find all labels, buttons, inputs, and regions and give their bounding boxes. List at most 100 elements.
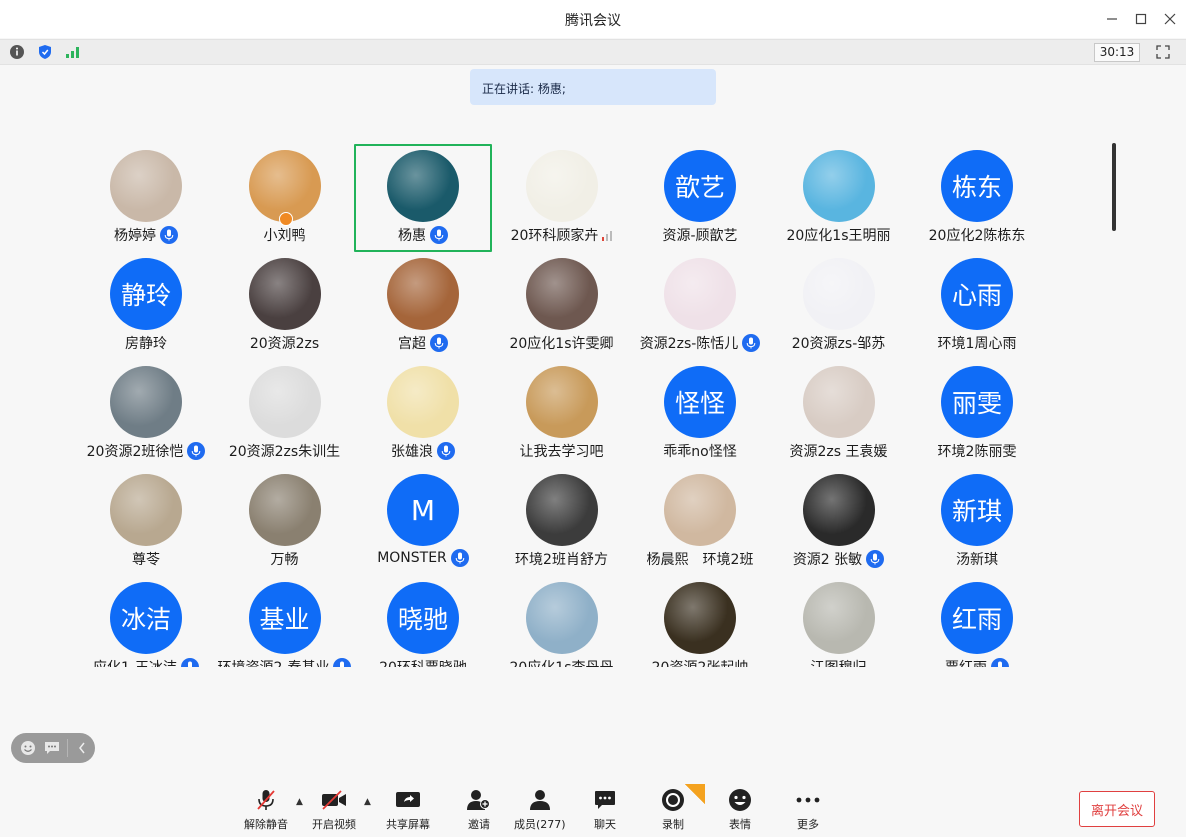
participant-tile[interactable]: 新琪 汤新琪: [908, 468, 1046, 576]
participant-tile[interactable]: 环境2班肖舒方: [493, 468, 631, 576]
comment-icon[interactable]: [43, 739, 61, 757]
emoji-reaction-icon[interactable]: [19, 739, 37, 757]
participant-tile[interactable]: 宫超: [354, 252, 492, 360]
record-button[interactable]: 录制: [659, 788, 687, 832]
participant-tile[interactable]: 冰洁应化1-王冰洁: [78, 576, 215, 667]
participant-name-line: 20环科顾家卉: [485, 225, 639, 245]
participant-name-line: 杨惠: [346, 225, 500, 245]
grid-scrollbar[interactable]: [1112, 143, 1116, 231]
members-button[interactable]: 成员(277): [514, 788, 566, 832]
mic-on-icon: [742, 334, 761, 352]
participant-name: 资源2zs-陈恬儿: [639, 336, 739, 352]
participant-name-line: 20资源2班徐恺: [78, 441, 223, 461]
participant-tile[interactable]: 晓驰 20环科贾晓驰: [354, 576, 492, 667]
participant-name: 尊苓: [132, 552, 160, 568]
mic-on-icon: [430, 334, 448, 352]
participant-tile[interactable]: 20应化1s许雯卿: [493, 252, 631, 360]
participant-tile[interactable]: 资源2zs-陈恬儿: [631, 252, 769, 360]
speaking-indicator: 正在讲话: 杨惠;: [470, 69, 716, 105]
participant-name-line: 环境2陈丽雯: [900, 441, 1054, 461]
title-bar: 腾讯会议: [0, 0, 1186, 38]
unmute-button[interactable]: 解除静音: [244, 788, 288, 832]
start-video-button[interactable]: 开启视频: [312, 788, 356, 832]
mic-on-icon: [187, 442, 206, 460]
participant-tile[interactable]: 资源2 张敏: [770, 468, 908, 576]
participant-tile[interactable]: M MONSTER: [354, 468, 492, 576]
emoji-button[interactable]: 表情: [726, 788, 754, 832]
participant-tile[interactable]: 杨婷婷: [78, 144, 215, 252]
participant-tile[interactable]: 红雨贾红雨: [908, 576, 1046, 667]
participant-name: 20资源zs-邹苏: [791, 336, 886, 352]
participant-name: 江图穆归: [811, 657, 867, 667]
participant-tile[interactable]: 栋东 20应化2陈栋东: [908, 144, 1046, 252]
participant-tile[interactable]: 杨晨熙 环境2班: [631, 468, 769, 576]
participant-tile[interactable]: 歆艺 资源-顾歆艺: [631, 144, 769, 252]
participant-tile[interactable]: 尊苓: [78, 468, 215, 576]
participant-tile[interactable]: 小刘鸭: [216, 144, 354, 252]
participant-tile[interactable]: 20资源2张起帅: [631, 576, 769, 667]
participant-name-line: 万畅: [208, 549, 362, 569]
participant-tile[interactable]: 让我去学习吧: [493, 360, 631, 468]
participant-name-line: 杨婷婷: [78, 225, 223, 245]
participant-name: 万畅: [270, 552, 299, 568]
reaction-pill: [11, 733, 95, 763]
minimize-icon[interactable]: [1101, 8, 1123, 30]
invite-button[interactable]: 邀请: [465, 788, 493, 832]
participant-name: 让我去学习吧: [519, 444, 604, 460]
participant-name-line: 尊苓: [78, 549, 223, 569]
close-icon[interactable]: [1159, 8, 1181, 30]
more-button[interactable]: 更多: [794, 788, 822, 832]
participant-tile[interactable]: 20环科顾家卉: [493, 144, 631, 252]
participant-avatar: [248, 366, 321, 438]
participant-tile[interactable]: 20应化1s李丹丹: [493, 576, 631, 667]
maximize-icon[interactable]: [1130, 8, 1152, 30]
smiley-icon: [726, 788, 754, 812]
participant-tile[interactable]: 20资源2班徐恺: [78, 360, 215, 468]
participant-tile[interactable]: 心雨 环境1周心雨: [908, 252, 1046, 360]
participant-tile[interactable]: 怪怪 乖乖no怪怪: [631, 360, 769, 468]
participant-name: 20环科贾晓驰: [379, 657, 467, 667]
fullscreen-icon[interactable]: [1154, 44, 1172, 60]
participant-name: MONSTER: [377, 550, 447, 566]
participant-avatar: [387, 258, 459, 330]
participant-grid: 杨婷婷 小刘鸭 杨惠 20环科顾家卉 歆艺 资源-顾歆艺 20应化1s王明丽 栋东 20应化2陈…: [78, 144, 1118, 667]
record-label: 录制: [662, 818, 684, 831]
video-off-icon: [320, 788, 348, 812]
participant-tile[interactable]: 静玲 房静玲: [78, 252, 215, 360]
participant-tile[interactable]: 杨惠: [354, 144, 492, 252]
network-signal-icon[interactable]: [64, 44, 82, 60]
participant-tile[interactable]: 丽雯 环境2陈丽雯: [908, 360, 1046, 468]
participant-avatar: [802, 366, 875, 438]
participant-tile[interactable]: 江图穆归: [770, 576, 908, 667]
participant-avatar: [802, 582, 875, 654]
participant-avatar: 静玲: [110, 258, 182, 330]
participant-tile[interactable]: 万畅: [216, 468, 354, 576]
mic-on-icon: [437, 442, 455, 460]
participant-name: 20应化2陈栋东: [928, 228, 1026, 244]
participant-name: 资源2 张敏: [792, 552, 863, 568]
leave-meeting-button[interactable]: 离开会议: [1079, 791, 1155, 827]
participant-tile[interactable]: 20资源zs-邹苏: [770, 252, 908, 360]
participant-tile[interactable]: 20应化1s王明丽: [770, 144, 908, 252]
chat-button[interactable]: 聊天: [591, 788, 619, 832]
video-options-caret-icon[interactable]: ▲: [364, 797, 371, 807]
participant-tile[interactable]: 张雄浪: [354, 360, 492, 468]
participant-name-line: 江图穆归: [762, 657, 916, 667]
participant-tile[interactable]: 20资源2zs朱训生: [216, 360, 354, 468]
participant-name: 20环科顾家卉: [510, 228, 599, 244]
collapse-chevron-icon[interactable]: [67, 739, 89, 757]
participant-name-line: 小刘鸭: [208, 225, 362, 245]
participant-tile[interactable]: 基业环境资源2-秦基业: [216, 576, 354, 667]
participant-avatar: [525, 258, 598, 330]
info-icon[interactable]: [8, 44, 26, 60]
chat-icon: [591, 788, 619, 812]
participant-name: 杨晨熙 环境2班: [646, 552, 754, 568]
participant-avatar: 丽雯: [941, 366, 1013, 438]
participant-tile[interactable]: 20资源2zs: [216, 252, 354, 360]
participant-avatar: [525, 582, 598, 654]
share-screen-button[interactable]: 共享屏幕: [386, 788, 430, 832]
participant-name-line: 汤新琪: [900, 549, 1054, 569]
security-shield-icon[interactable]: [36, 44, 54, 60]
participant-tile[interactable]: 资源2zs 王袁媛: [770, 360, 908, 468]
audio-options-caret-icon[interactable]: ▲: [296, 797, 303, 807]
